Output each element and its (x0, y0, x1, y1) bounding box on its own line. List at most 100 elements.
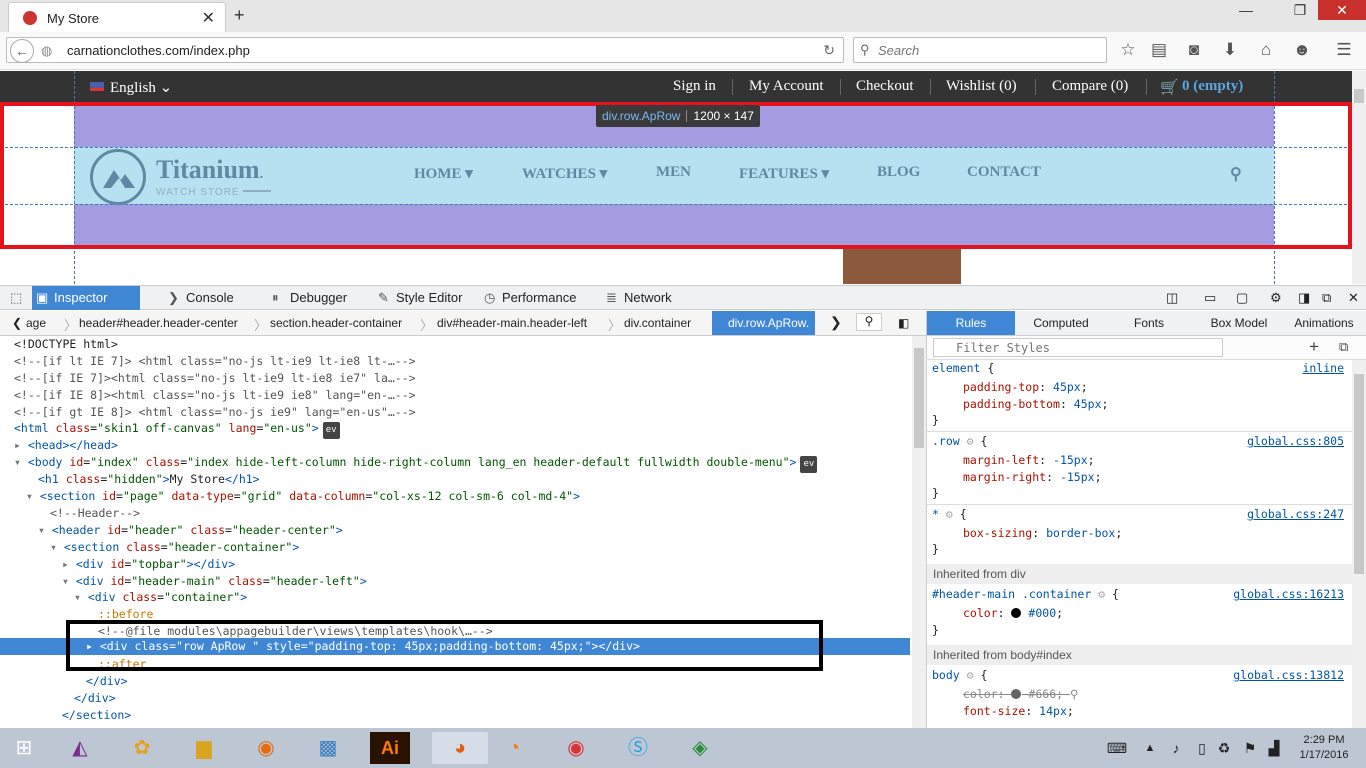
markup-search-icon[interactable]: ⚲ (856, 313, 882, 331)
show-desktop-button[interactable] (1356, 732, 1366, 764)
download-manager-icon[interactable]: ◈ (680, 732, 720, 764)
devtools-settings-icon[interactable]: ⚙ (1270, 286, 1282, 310)
rule-declaration[interactable]: box-sizing: border-box; (963, 525, 1122, 542)
markup-line[interactable]: <!--[if gt IE 8]> <html class="no-js ie9… (14, 404, 416, 421)
rule-declaration[interactable]: padding-bottom: 45px; (963, 396, 1108, 413)
breadcrumb-item[interactable]: div.container (624, 316, 691, 330)
store-search-icon[interactable]: ⚲ (1230, 164, 1242, 184)
windows-flag-icon[interactable]: ⚑ (1240, 732, 1260, 764)
photos-icon[interactable]: ▩ (308, 732, 348, 764)
menu-watches[interactable]: WATCHES ▾ (522, 164, 607, 183)
markup-line[interactable]: <!--[if IE 8]><html class="no-js lt-ie9 … (14, 387, 416, 404)
back-icon[interactable]: ← (10, 39, 34, 63)
markup-line[interactable]: ▸ <div id="topbar"></div> (62, 556, 235, 573)
markup-line[interactable]: <html class="skin1 off-canvas" lang="en-… (14, 420, 340, 439)
firefox-icon[interactable]: ◕ (432, 732, 488, 764)
breadcrumb-item[interactable]: header#header.header-center (79, 316, 238, 330)
rule-declaration[interactable]: font-size: 14px; (963, 703, 1074, 720)
my-account-link[interactable]: My Account (749, 78, 824, 95)
volume-icon[interactable]: ♪ (1166, 732, 1186, 764)
chrome-icon[interactable]: ◉ (556, 732, 596, 764)
breadcrumb-item[interactable]: age (26, 316, 46, 330)
markup-line[interactable]: <!--[if IE 7]><html class="no-js lt-ie9 … (14, 370, 416, 387)
foxit-pdf-icon[interactable]: ◔ (494, 732, 534, 764)
rule-source[interactable]: global.css:16213 (1233, 586, 1344, 603)
markup-line[interactable]: <!DOCTYPE html> (14, 336, 118, 353)
rule-declaration[interactable]: margin-left: -15px; (963, 452, 1095, 469)
event-badge[interactable]: ev (800, 456, 818, 473)
keyboard-icon[interactable]: ⌨ (1100, 732, 1134, 764)
rule-source[interactable]: inline (1302, 360, 1344, 377)
file-explorer-icon[interactable]: ▆ (184, 732, 224, 764)
rule-selector[interactable]: body ⚙ { (932, 667, 987, 684)
rule-settings-icon[interactable]: ⚙ (1098, 587, 1105, 601)
tab-inspector[interactable]: ▣ Inspector (32, 286, 140, 310)
menu-features[interactable]: FEATURES ▾ (739, 164, 829, 183)
media-player-icon[interactable]: ◉ (246, 732, 286, 764)
menu-home[interactable]: HOME ▾ (414, 164, 473, 183)
network-signal-icon[interactable]: ▟ (1264, 732, 1284, 764)
browser-tab[interactable]: My Store ✕ (8, 2, 226, 32)
rule-declaration[interactable]: margin-right: -15px; (963, 469, 1102, 486)
markup-line[interactable]: <!--Header--> (50, 505, 140, 522)
close-devtools-icon[interactable]: ✕ (1348, 286, 1359, 310)
home-icon[interactable]: ⌂ (1256, 40, 1276, 60)
search-icon[interactable]: ⚲ (1070, 686, 1078, 703)
rules-scrollbar[interactable] (1352, 360, 1366, 728)
rule-declaration[interactable]: padding-top: 45px; (963, 379, 1088, 396)
markup-line[interactable]: </section> (62, 707, 131, 724)
url-bar[interactable]: ← ◍ carnationclothes.com/index.php ↻ (6, 37, 844, 63)
hello-icon[interactable]: ☻ (1292, 40, 1312, 60)
split-console-icon[interactable]: ▭ (1204, 286, 1216, 310)
markup-line[interactable]: ▾ <body id="index" class="index hide-lef… (14, 454, 818, 473)
markup-line[interactable]: </div> (74, 690, 116, 707)
rule-declaration[interactable]: color: #000; (963, 605, 1063, 622)
tab-performance[interactable]: ◷ Performance (480, 286, 576, 310)
wishlist-link[interactable]: Wishlist (0) (946, 78, 1017, 95)
add-rule-icon[interactable]: + (1309, 337, 1319, 357)
markup-line[interactable]: </div> (86, 673, 128, 690)
tray-expand-icon[interactable]: ▲ (1142, 732, 1158, 764)
markup-line[interactable]: ▾ <div id="header-main" class="header-le… (62, 573, 367, 590)
breadcrumb-scroll-right-icon[interactable]: ❯ (830, 314, 842, 331)
screenshot-icon[interactable]: ▢ (1236, 286, 1248, 310)
bookmark-star-icon[interactable]: ☆ (1118, 40, 1138, 60)
scrollbar-thumb[interactable] (914, 348, 924, 448)
compare-link[interactable]: Compare (0) (1052, 78, 1128, 95)
filter-styles-input[interactable]: Filter Styles (933, 338, 1223, 357)
toggle-pseudo-class-icon[interactable]: ⧉ (1339, 339, 1348, 355)
rule-settings-icon[interactable]: ⚙ (967, 668, 974, 682)
tab-box-model[interactable]: Box Model (1193, 311, 1285, 335)
markup-line[interactable]: ▾ <section id="page" data-type="grid" da… (26, 488, 580, 505)
rule-source[interactable]: global.css:13812 (1233, 667, 1344, 684)
breadcrumb-active[interactable]: div.row.ApRow. (712, 311, 816, 335)
event-badge[interactable]: ev (322, 422, 340, 439)
downloads-icon[interactable]: ⬇ (1220, 40, 1240, 60)
picasa-icon[interactable]: ✿ (122, 732, 162, 764)
start-button-icon[interactable]: ⊞ (4, 732, 44, 764)
responsive-design-icon[interactable]: ◫ (1166, 286, 1178, 310)
menu-contact[interactable]: CONTACT (967, 164, 1041, 181)
dock-side-icon[interactable]: ◨ (1298, 286, 1310, 310)
page-scrollbar[interactable] (1352, 71, 1366, 284)
breadcrumb-item[interactable]: div#header-main.header-left (437, 316, 587, 330)
toggle-sidebar-icon[interactable]: ◧ (898, 316, 909, 330)
breadcrumb-scroll-left-icon[interactable]: ❮ (12, 316, 22, 330)
markup-line[interactable]: ▸ <head></head> (14, 437, 118, 454)
menu-icon[interactable]: ☰ (1334, 40, 1354, 60)
markup-scrollbar[interactable] (912, 336, 926, 728)
rule-source[interactable]: global.css:247 (1247, 506, 1344, 523)
site-info-icon[interactable]: ◍ (41, 43, 52, 59)
rule-declaration-overridden[interactable]: color: #666; ⚲ (963, 686, 1078, 703)
rule-source[interactable]: global.css:805 (1247, 433, 1344, 450)
cart-icon[interactable]: 🛒 (1160, 78, 1179, 97)
color-swatch[interactable] (1011, 608, 1022, 618)
rule-selector[interactable]: #header-main .container ⚙ { (932, 586, 1119, 603)
menu-blog[interactable]: BLOG (877, 164, 920, 181)
checkout-link[interactable]: Checkout (856, 78, 914, 95)
scrollbar-thumb[interactable] (1354, 89, 1364, 103)
tab-network[interactable]: ≣ Network (602, 286, 672, 310)
reading-list-icon[interactable]: ▤ (1149, 40, 1169, 60)
element-picker-icon[interactable]: ⬚ (4, 286, 28, 310)
window-close-icon[interactable]: ✕ (1318, 0, 1366, 20)
